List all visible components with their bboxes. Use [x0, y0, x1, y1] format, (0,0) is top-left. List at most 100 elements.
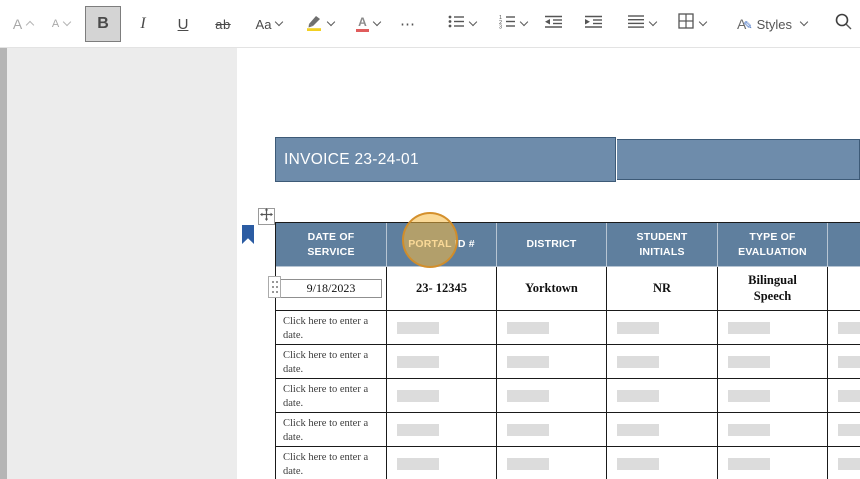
district-cell[interactable]: Yorktown: [497, 267, 607, 311]
more-font-options-button[interactable]: ⋯: [392, 8, 424, 40]
grow-font-label: A: [12, 16, 23, 32]
chevron-down-icon: [326, 17, 335, 27]
date-picker-control[interactable]: 9/18/2023: [280, 279, 382, 298]
field-placeholder-cell[interactable]: [828, 311, 860, 345]
shrink-font-label: A: [51, 18, 60, 30]
numbered-list-icon: 1 2 3: [499, 14, 516, 34]
student-initials-cell[interactable]: NR: [607, 267, 718, 311]
line-spacing-icon: [628, 14, 645, 34]
content-control-placeholder: [617, 389, 659, 402]
chevron-down-icon: [648, 17, 658, 27]
bold-icon: B: [97, 15, 109, 32]
header-cutoff: [828, 223, 860, 267]
borders-button[interactable]: [670, 8, 714, 40]
caret-up-icon: [25, 20, 35, 30]
content-control-placeholder: [838, 355, 860, 368]
content-control-placeholder: [397, 389, 439, 402]
field-placeholder-cell[interactable]: [828, 379, 860, 413]
styles-icon: A✎: [737, 16, 753, 32]
change-case-button[interactable]: Aa: [247, 8, 291, 40]
content-control-placeholder: [728, 457, 770, 470]
content-control-placeholder: [507, 423, 549, 436]
date-placeholder-cell[interactable]: Click here to enter a date.: [276, 379, 387, 413]
content-control-drag-handle[interactable]: [268, 276, 281, 298]
field-placeholder-cell[interactable]: [607, 413, 718, 447]
ellipsis-icon: ⋯: [400, 16, 416, 33]
date-cell-filled[interactable]: 9/18/2023: [276, 267, 387, 311]
field-placeholder-cell[interactable]: [828, 413, 860, 447]
line-spacing-button[interactable]: [620, 8, 664, 40]
table-move-handle[interactable]: [258, 207, 275, 225]
field-placeholder-cell[interactable]: [497, 311, 607, 345]
chevron-down-icon: [698, 17, 708, 27]
grow-font-button[interactable]: A: [6, 8, 40, 40]
shrink-font-button[interactable]: A: [44, 8, 78, 40]
content-control-placeholder: [838, 321, 860, 334]
formatting-toolbar: A A B I U ab Aa A ⋯ 1 2 3 A✎ Styles: [0, 0, 860, 48]
field-placeholder-cell[interactable]: [607, 345, 718, 379]
content-control-placeholder: [838, 457, 860, 470]
field-placeholder-cell[interactable]: [387, 413, 497, 447]
increase-indent-button[interactable]: [578, 8, 610, 40]
field-placeholder-cell[interactable]: [607, 379, 718, 413]
svg-text:3: 3: [499, 24, 502, 29]
content-control-placeholder: [397, 355, 439, 368]
empty-cell[interactable]: [828, 267, 860, 311]
underline-button[interactable]: U: [167, 8, 199, 40]
field-placeholder-cell[interactable]: [828, 345, 860, 379]
field-placeholder-cell[interactable]: [497, 379, 607, 413]
caret-down-icon: [62, 17, 72, 27]
field-placeholder-cell[interactable]: [607, 447, 718, 479]
field-placeholder-cell[interactable]: [828, 447, 860, 479]
chevron-down-icon: [275, 17, 284, 27]
highlighter-icon: [305, 13, 323, 36]
strikethrough-button[interactable]: ab: [205, 8, 241, 40]
field-placeholder-cell[interactable]: [497, 413, 607, 447]
date-placeholder-cell[interactable]: Click here to enter a date.: [276, 345, 387, 379]
bold-button[interactable]: B: [85, 6, 121, 42]
vertical-scrollbar[interactable]: [0, 48, 7, 479]
bullet-list-button[interactable]: [440, 8, 484, 40]
field-placeholder-cell[interactable]: [718, 379, 828, 413]
content-control-placeholder: [617, 355, 659, 368]
decrease-indent-button[interactable]: [538, 8, 570, 40]
content-control-placeholder: [728, 389, 770, 402]
portal-id-cell[interactable]: 23- 12345: [387, 267, 497, 311]
header-student-initials: STUDENT INITIALS: [607, 223, 718, 267]
date-placeholder-cell[interactable]: Click here to enter a date.: [276, 447, 387, 479]
styles-button[interactable]: A✎ Styles: [722, 8, 822, 40]
styles-label: Styles: [756, 16, 792, 32]
evaluation-type-cell[interactable]: Bilingual Speech: [718, 267, 828, 311]
date-placeholder-cell[interactable]: Click here to enter a date.: [276, 311, 387, 345]
font-color-icon: A: [356, 16, 369, 32]
date-placeholder-cell[interactable]: Click here to enter a date.: [276, 413, 387, 447]
font-color-button[interactable]: A: [346, 8, 390, 40]
field-placeholder-cell[interactable]: [718, 345, 828, 379]
content-control-placeholder: [838, 389, 860, 402]
underline-icon: U: [177, 15, 189, 33]
content-control-placeholder: [507, 321, 549, 334]
field-placeholder-cell[interactable]: [387, 379, 497, 413]
chevron-down-icon: [519, 17, 529, 27]
field-placeholder-cell[interactable]: [497, 447, 607, 479]
increase-indent-icon: [585, 15, 603, 34]
header-evaluation-type: TYPE OF EVALUATION: [718, 223, 828, 267]
highlight-color-button[interactable]: [297, 8, 341, 40]
field-placeholder-cell[interactable]: [387, 447, 497, 479]
field-placeholder-cell[interactable]: [718, 413, 828, 447]
field-placeholder-cell[interactable]: [718, 447, 828, 479]
header-district: DISTRICT: [497, 223, 607, 267]
italic-button[interactable]: I: [127, 8, 159, 40]
field-placeholder-cell[interactable]: [607, 311, 718, 345]
chevron-down-icon: [372, 17, 382, 27]
search-button[interactable]: [830, 8, 858, 40]
bullet-list-icon: [448, 14, 465, 34]
field-placeholder-cell[interactable]: [387, 311, 497, 345]
strikethrough-icon: ab: [215, 16, 231, 32]
numbered-list-button[interactable]: 1 2 3: [491, 8, 535, 40]
field-placeholder-cell[interactable]: [387, 345, 497, 379]
content-control-placeholder: [617, 321, 659, 334]
field-placeholder-cell[interactable]: [718, 311, 828, 345]
chevron-down-icon: [799, 17, 809, 27]
field-placeholder-cell[interactable]: [497, 345, 607, 379]
